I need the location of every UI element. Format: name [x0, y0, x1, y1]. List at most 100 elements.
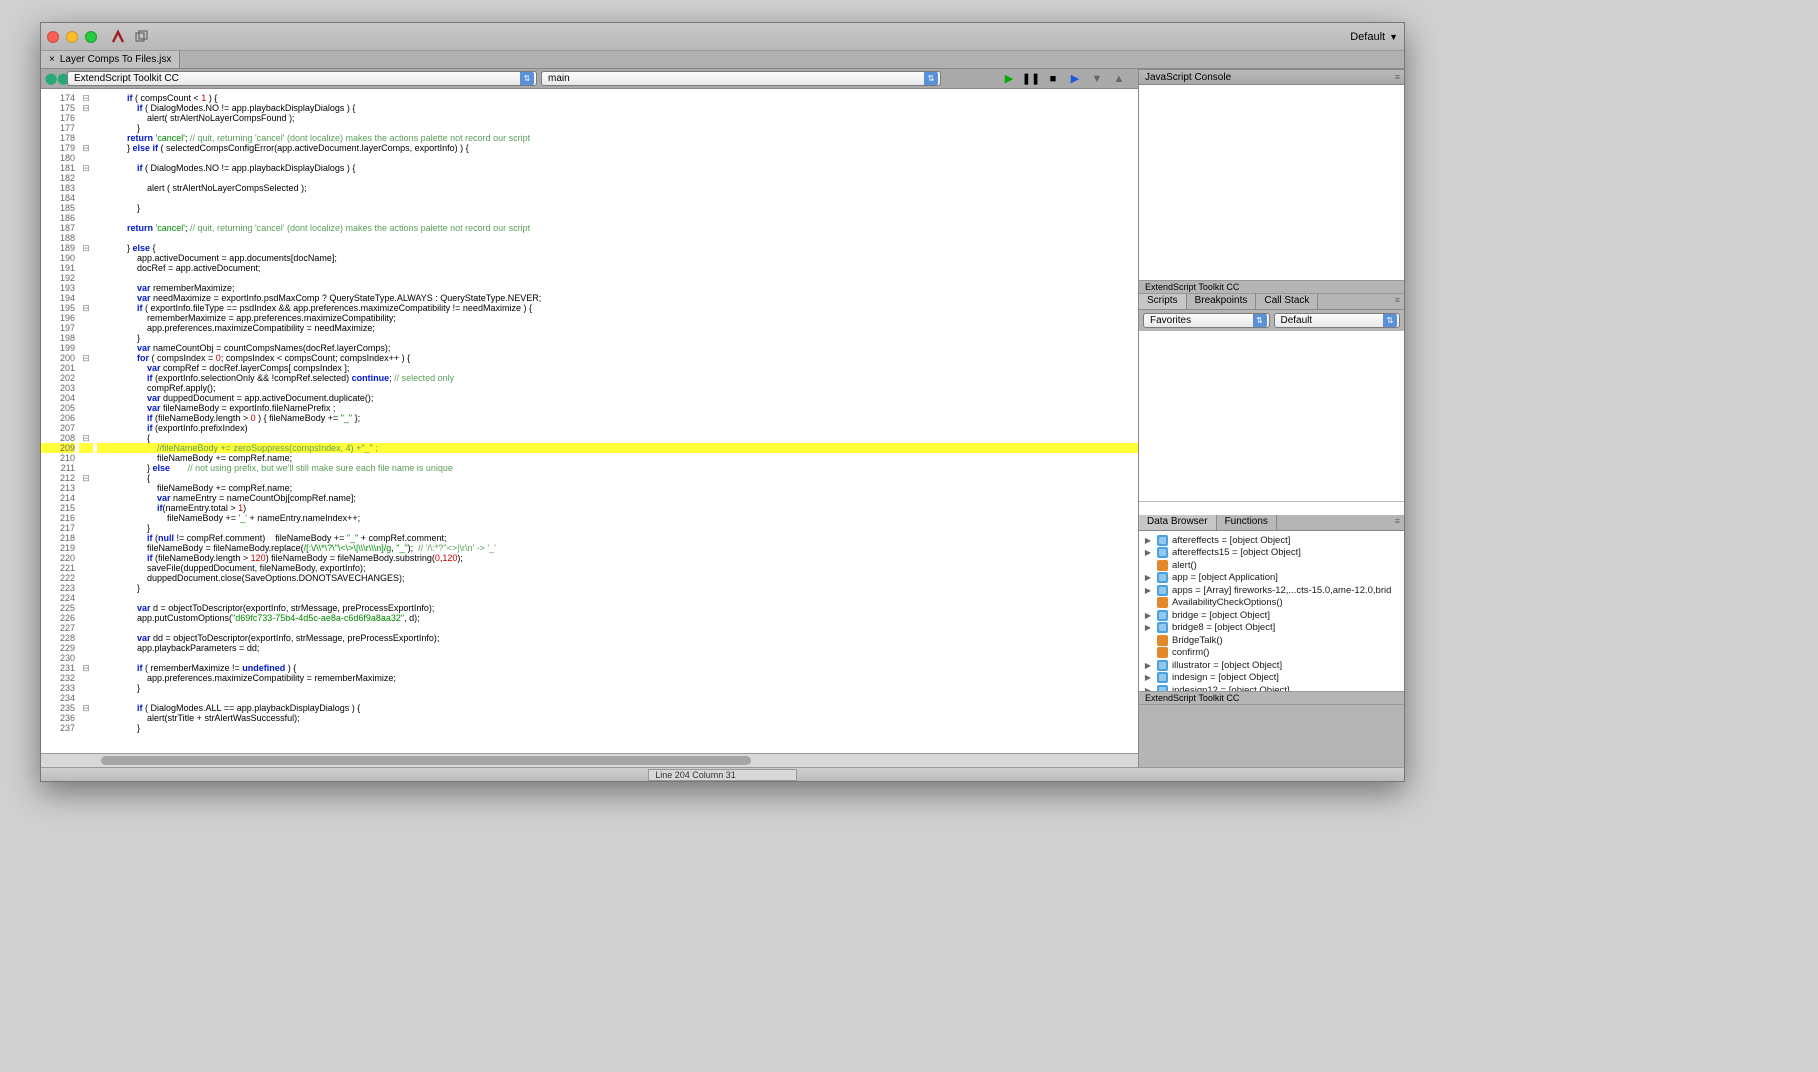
run-button[interactable]: ▶ — [1002, 72, 1016, 86]
scripts-default-dropdown[interactable]: Default ⇅ — [1274, 313, 1401, 328]
disclosure-triangle-icon[interactable] — [1143, 598, 1153, 607]
zoom-window-icon[interactable] — [85, 31, 97, 43]
object-icon — [1157, 535, 1168, 546]
data-browser-label: illustrator = [object Object] — [1172, 660, 1282, 671]
data-browser-row[interactable]: BridgeTalk() — [1143, 634, 1400, 647]
document-tab[interactable]: × Layer Comps To Files.jsx — [41, 51, 180, 68]
pause-button[interactable]: ❚❚ — [1024, 72, 1038, 86]
console-engine-label: ExtendScript Toolkit CC — [1139, 280, 1404, 294]
code-area[interactable]: if ( compsCount < 1 ) { if ( DialogModes… — [93, 89, 1138, 753]
tab-scripts[interactable]: Scripts — [1139, 294, 1187, 309]
line-number-gutter: 1741751761771781791801811821831841851861… — [41, 89, 79, 753]
data-browser-label: BridgeTalk() — [1172, 635, 1223, 646]
disclosure-triangle-icon[interactable]: ▶ — [1143, 611, 1153, 620]
function-icon — [1157, 560, 1168, 571]
data-browser-row[interactable]: ▶ bridge = [object Object] — [1143, 609, 1400, 622]
favorites-value: Favorites — [1150, 315, 1191, 326]
editor-pane: ⬤⬤ ExtendScript Toolkit CC ⇅ main ⇅ ▶ ❚❚… — [41, 69, 1139, 767]
disclosure-triangle-icon[interactable]: ▶ — [1143, 586, 1153, 595]
data-browser-engine-label: ExtendScript Toolkit CC — [1139, 691, 1404, 705]
disclosure-triangle-icon[interactable]: ▶ — [1143, 536, 1153, 545]
data-browser-row[interactable]: alert() — [1143, 559, 1400, 572]
object-icon — [1157, 622, 1168, 633]
titlebar: Default ▼ — [41, 23, 1404, 51]
data-browser-label: aftereffects = [object Object] — [1172, 535, 1290, 546]
scripts-filters: Favorites ⇅ Default ⇅ — [1139, 310, 1404, 331]
panel-grip-icon: ≡ — [1391, 294, 1404, 309]
app-logo-icon — [109, 28, 127, 46]
disclosure-triangle-icon[interactable] — [1143, 636, 1153, 645]
step-into-button[interactable]: ▼ — [1090, 72, 1104, 86]
favorites-dropdown[interactable]: Favorites ⇅ — [1143, 313, 1270, 328]
disclosure-triangle-icon[interactable] — [1143, 561, 1153, 570]
console-output[interactable] — [1139, 85, 1404, 280]
scrollbar-thumb[interactable] — [101, 756, 751, 765]
chevron-down-icon: ▼ — [1389, 32, 1398, 42]
tab-functions[interactable]: Functions — [1217, 515, 1277, 530]
chevron-down-icon: ⇅ — [1253, 314, 1267, 327]
minimize-window-icon[interactable] — [66, 31, 78, 43]
tab-breakpoints[interactable]: Breakpoints — [1187, 294, 1257, 309]
function-icon — [1157, 635, 1168, 646]
step-out-button[interactable]: ▲ — [1112, 72, 1126, 86]
data-browser-row[interactable]: ▶ indesign12 = [object Object] — [1143, 684, 1400, 691]
function-icon — [1157, 597, 1168, 608]
side-panels: JavaScript Console ≡ ExtendScript Toolki… — [1139, 69, 1404, 767]
close-window-icon[interactable] — [47, 31, 59, 43]
data-browser-row[interactable]: AvailabilityCheckOptions() — [1143, 597, 1400, 610]
tab-call-stack[interactable]: Call Stack — [1256, 294, 1318, 309]
window-controls — [47, 31, 97, 43]
object-icon — [1157, 610, 1168, 621]
scripts-default-value: Default — [1281, 315, 1313, 326]
chevron-down-icon: ⇅ — [1383, 314, 1397, 327]
data-browser-label: alert() — [1172, 560, 1197, 571]
scope-value: main — [548, 73, 570, 84]
code-editor[interactable]: 1741751761771781791801811821831841851861… — [41, 89, 1138, 753]
tab-data-browser[interactable]: Data Browser — [1139, 515, 1217, 530]
step-over-button[interactable]: ▶ — [1068, 72, 1082, 86]
disclosure-triangle-icon[interactable]: ▶ — [1143, 573, 1153, 582]
scripts-list[interactable] — [1139, 331, 1404, 501]
cursor-position: Line 204 Column 31 — [648, 769, 797, 781]
target-application-value: ExtendScript Toolkit CC — [74, 73, 179, 84]
data-browser-row[interactable]: ▶ illustrator = [object Object] — [1143, 659, 1400, 672]
data-browser-row[interactable]: ▶ apps = [Array] fireworks-12,...cts-15.… — [1143, 584, 1400, 597]
disclosure-triangle-icon[interactable] — [1143, 648, 1153, 657]
editor-toolbar: ⬤⬤ ExtendScript Toolkit CC ⇅ main ⇅ ▶ ❚❚… — [41, 69, 1138, 89]
target-application-dropdown[interactable]: ExtendScript Toolkit CC ⇅ — [67, 71, 537, 86]
object-icon — [1157, 547, 1168, 558]
horizontal-scrollbar[interactable] — [41, 753, 1138, 767]
data-browser-tabs: Data Browser Functions ≡ — [1139, 515, 1404, 531]
data-browser-row[interactable]: ▶ indesign = [object Object] — [1143, 672, 1400, 685]
data-browser-row[interactable]: ▶ bridge8 = [object Object] — [1143, 622, 1400, 635]
fold-gutter[interactable]: ⊟⊟ ⊟ ⊟ ⊟ ⊟ ⊟ ⊟ ⊟ ⊟ ⊟ — [79, 89, 93, 753]
disclosure-triangle-icon[interactable]: ▶ — [1143, 673, 1153, 682]
panel-grip-icon: ≡ — [1395, 72, 1398, 82]
disclosure-triangle-icon[interactable]: ▶ — [1143, 623, 1153, 632]
scope-dropdown[interactable]: main ⇅ — [541, 71, 941, 86]
workspace-switcher[interactable]: Default ▼ — [1350, 31, 1398, 43]
disclosure-triangle-icon[interactable]: ▶ — [1143, 548, 1153, 557]
data-browser-label: app = [object Application] — [1172, 572, 1278, 583]
console-panel-header[interactable]: JavaScript Console ≡ — [1139, 69, 1404, 85]
function-icon — [1157, 647, 1168, 658]
object-icon — [1157, 572, 1168, 583]
chevron-down-icon: ⇅ — [520, 72, 534, 85]
scripts-panel-tabs: Scripts Breakpoints Call Stack ≡ — [1139, 294, 1404, 310]
data-browser-label: indesign = [object Object] — [1172, 672, 1279, 683]
data-browser-label: bridge8 = [object Object] — [1172, 622, 1275, 633]
disclosure-triangle-icon[interactable]: ▶ — [1143, 661, 1153, 670]
scripts-search-input[interactable] — [1139, 501, 1404, 515]
data-browser-tree[interactable]: ▶ aftereffects = [object Object] ▶ after… — [1139, 531, 1404, 691]
panel-grip-icon: ≡ — [1391, 515, 1404, 530]
chain-link-icon[interactable]: ⬤⬤ — [45, 72, 63, 85]
data-browser-row[interactable]: ▶ aftereffects = [object Object] — [1143, 534, 1400, 547]
windows-icon[interactable] — [133, 28, 151, 46]
status-bar: Line 204 Column 31 — [41, 767, 1404, 781]
data-browser-row[interactable]: ▶ app = [object Application] — [1143, 572, 1400, 585]
close-tab-icon[interactable]: × — [49, 54, 55, 65]
data-browser-label: bridge = [object Object] — [1172, 610, 1270, 621]
data-browser-row[interactable]: ▶ aftereffects15 = [object Object] — [1143, 547, 1400, 560]
stop-button[interactable]: ■ — [1046, 72, 1060, 86]
data-browser-row[interactable]: confirm() — [1143, 647, 1400, 660]
